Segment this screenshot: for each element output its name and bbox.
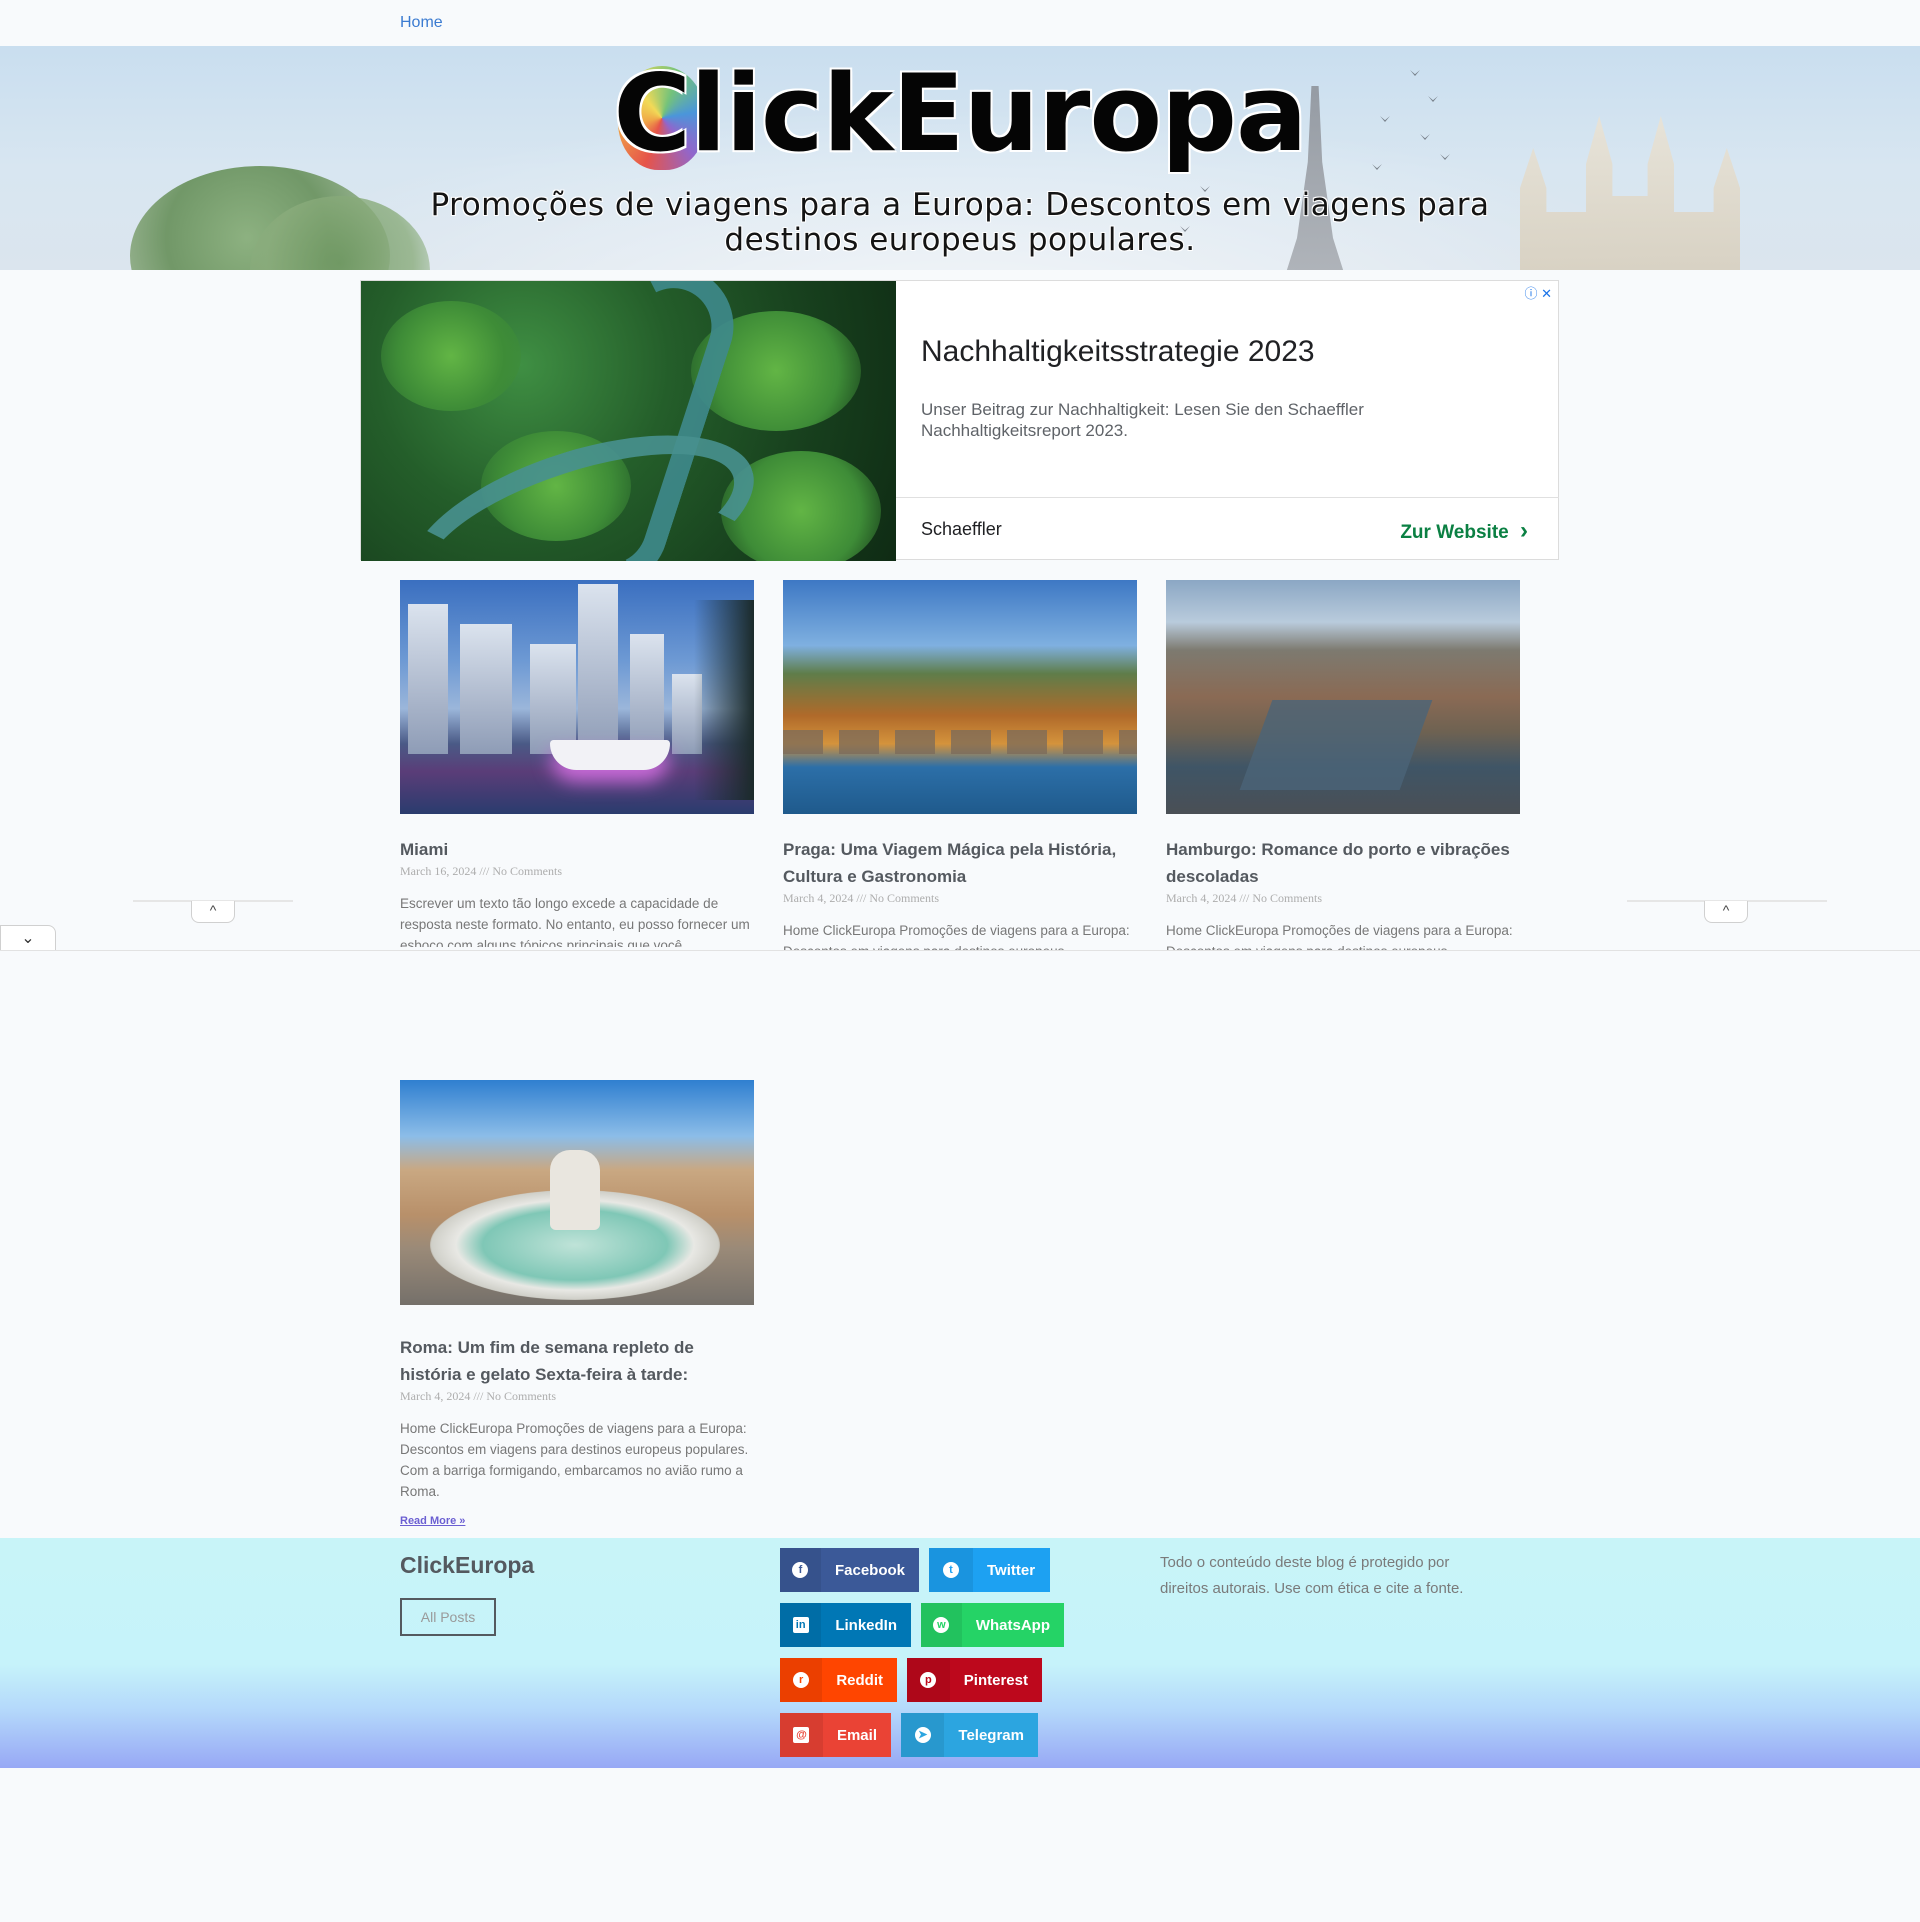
ad-divider: [896, 497, 1559, 498]
canal-shape: [1239, 700, 1433, 790]
post-thumbnail[interactable]: [1166, 580, 1520, 814]
post-card: Praga: Uma Viagem Mágica pela História, …: [783, 580, 1137, 952]
post-title[interactable]: Miami: [400, 836, 754, 863]
site-title: ClickEuropa: [613, 52, 1307, 175]
post-thumbnail[interactable]: [400, 580, 754, 814]
share-whatsapp-button[interactable]: w WhatsApp: [921, 1603, 1064, 1647]
boat-shape: [550, 740, 670, 770]
hero-banner: ClickEuropa Promoções de viagens para a …: [0, 46, 1920, 270]
advertisement[interactable]: ⓘ ✕ Nachhaltigkeitsstrategie 2023 Unser …: [360, 280, 1559, 561]
telegram-icon: ➤: [901, 1713, 945, 1757]
anchor-ad-bar: [0, 950, 1920, 958]
post-date: March 4, 2024: [783, 891, 854, 905]
post-meta: March 4, 2024 /// No Comments: [1166, 891, 1323, 905]
whatsapp-icon: w: [921, 1603, 962, 1647]
post-title[interactable]: Roma: Um fim de semana repleto de histór…: [400, 1334, 754, 1388]
post-excerpt: Escrever um texto tão longo excede a cap…: [400, 896, 750, 947]
ad-cta-button[interactable]: Zur Website ›: [1400, 517, 1528, 545]
post-date: March 4, 2024: [1166, 891, 1237, 905]
read-more-link[interactable]: Read More »: [400, 1515, 754, 1527]
facebook-icon: f: [780, 1548, 821, 1592]
ad-image[interactable]: [361, 281, 896, 561]
site-tagline: Promoções de viagens para a Europa: Desc…: [430, 187, 1490, 258]
share-email-button[interactable]: @ Email: [780, 1713, 891, 1757]
post-meta: March 16, 2024 /// No Comments: [400, 864, 563, 878]
footer-brand: ClickEuropa: [400, 1552, 535, 1578]
post-excerpt: Home ClickEuropa Promoções de viagens pa…: [400, 1421, 749, 1499]
post-excerpt: Home ClickEuropa Promoções de viagens pa…: [1166, 923, 1513, 952]
site-footer: ClickEuropa All Posts f Facebook t Twitt…: [0, 1538, 1920, 1768]
ad-choices-icon[interactable]: ⓘ ✕: [1524, 283, 1552, 302]
linkedin-icon: in: [780, 1603, 822, 1647]
reddit-icon: r: [780, 1658, 823, 1702]
post-title[interactable]: Praga: Uma Viagem Mágica pela História, …: [783, 836, 1137, 890]
pinterest-icon: p: [907, 1658, 950, 1702]
chevron-right-icon: ›: [1520, 517, 1528, 544]
post-thumbnail[interactable]: [783, 580, 1137, 814]
post-comments[interactable]: No Comments: [492, 864, 562, 878]
post-date: March 4, 2024: [400, 1389, 471, 1403]
ad-description: Unser Beitrag zur Nachhaltigkeit: Lesen …: [921, 400, 1364, 440]
post-comments[interactable]: No Comments: [869, 891, 939, 905]
post-comments[interactable]: No Comments: [1252, 891, 1322, 905]
post-date: March 16, 2024: [400, 864, 477, 878]
statue-shape: [550, 1150, 600, 1230]
share-linkedin-button[interactable]: in LinkedIn: [780, 1603, 911, 1647]
share-twitter-button[interactable]: t Twitter: [929, 1548, 1050, 1592]
post-comments[interactable]: No Comments: [486, 1389, 556, 1403]
post-meta: March 4, 2024 /// No Comments: [400, 1389, 557, 1403]
ad-cta-label: Zur Website: [1400, 522, 1509, 543]
twitter-icon: t: [929, 1548, 973, 1592]
post-thumbnail[interactable]: [400, 1080, 754, 1305]
collapse-ad-button[interactable]: ⌄: [0, 925, 56, 951]
post-title[interactable]: Hamburgo: Romance do porto e vibrações d…: [1166, 836, 1520, 890]
copyright-notice: Todo o conteúdo deste blog é protegido p…: [1160, 1554, 1464, 1597]
palm-shape: [694, 600, 754, 800]
post-card: Roma: Um fim de semana repleto de histór…: [400, 1080, 754, 1527]
share-pinterest-button[interactable]: p Pinterest: [907, 1658, 1042, 1702]
expand-ad-button[interactable]: ^: [191, 901, 235, 923]
post-excerpt: Home ClickEuropa Promoções de viagens pa…: [783, 923, 1130, 952]
bridge-shape: [783, 730, 1137, 754]
envelope-icon: @: [780, 1713, 823, 1757]
expand-ad-button[interactable]: ^: [1704, 901, 1748, 923]
top-nav: Home: [0, 0, 1920, 46]
share-telegram-button[interactable]: ➤ Telegram: [901, 1713, 1038, 1757]
post-card: Hamburgo: Romance do porto e vibrações d…: [1166, 580, 1520, 952]
nav-home-link[interactable]: Home: [400, 14, 443, 32]
share-reddit-button[interactable]: r Reddit: [780, 1658, 897, 1702]
post-card: Miami March 16, 2024 /// No Comments Esc…: [400, 580, 754, 947]
post-meta: March 4, 2024 /// No Comments: [783, 891, 940, 905]
ad-headline[interactable]: Nachhaltigkeitsstrategie 2023: [921, 335, 1315, 369]
ad-advertiser: Schaeffler: [921, 519, 1002, 539]
all-posts-button[interactable]: All Posts: [400, 1598, 496, 1636]
share-facebook-button[interactable]: f Facebook: [780, 1548, 919, 1592]
